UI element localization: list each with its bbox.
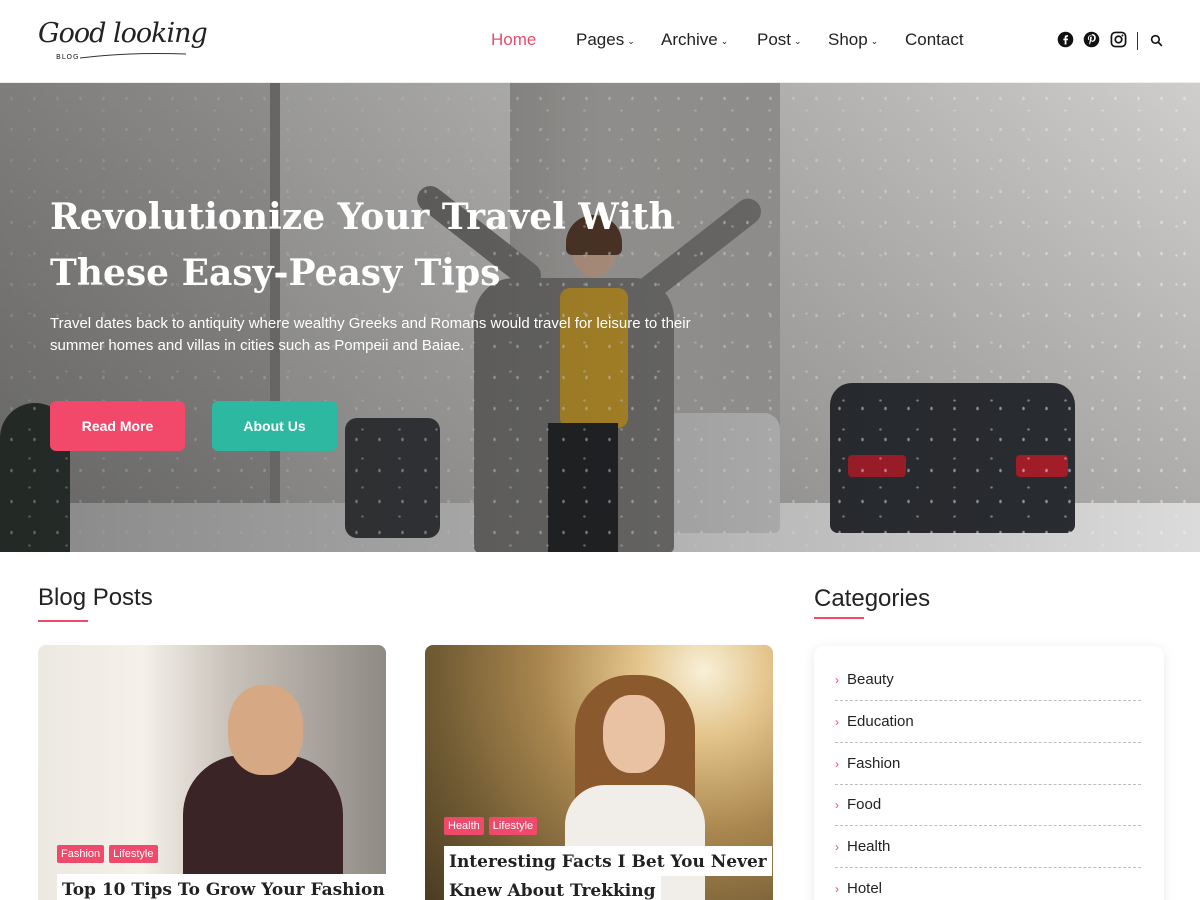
chevron-down-icon: ⌄ — [627, 35, 635, 46]
post-title-line2[interactable]: Knew About Trekking — [444, 875, 661, 900]
chevron-right-icon: › — [835, 881, 839, 896]
hero-title: Revolutionize Your Travel With These Eas… — [50, 196, 675, 294]
chevron-right-icon: › — [835, 839, 839, 854]
site-header: Good looking BLOG Home Pages ⌄ Archive ⌄ P… — [0, 0, 1200, 83]
category-label: Beauty — [847, 671, 894, 688]
category-label: Education — [847, 713, 914, 730]
nav-archive-label: Archive — [661, 30, 718, 49]
chevron-down-icon: ⌄ — [794, 35, 802, 46]
nav-post-label: Post — [757, 30, 792, 49]
nav-contact-label: Contact — [905, 30, 964, 49]
categories-widget: › Beauty › Education › Fashion › Food › Healt… — [814, 646, 1164, 900]
tag-health[interactable]: Health — [444, 817, 484, 835]
category-label: Hotel — [847, 880, 883, 897]
tag-lifestyle[interactable]: Lifestyle — [488, 817, 538, 835]
facebook-icon[interactable] — [1057, 31, 1074, 48]
nav-post[interactable]: Post ⌄ — [757, 30, 802, 50]
post-card[interactable]: Health Lifestyle Interesting Facts I Bet… — [425, 645, 773, 900]
chevron-down-icon: ⌄ — [870, 35, 879, 46]
logo-script: Good looking — [38, 18, 208, 49]
nav-contact[interactable]: Contact — [905, 30, 964, 50]
header-divider — [1137, 32, 1138, 50]
heading-underline — [814, 617, 864, 619]
logo-swoosh-icon — [79, 53, 187, 59]
categories-heading: Categories — [814, 585, 931, 612]
category-item-hotel[interactable]: › Hotel — [835, 868, 1141, 900]
category-label: Fashion — [847, 755, 901, 772]
blog-posts-heading: Blog Posts — [38, 584, 153, 611]
nav-shop[interactable]: Shop ⌄ — [828, 30, 878, 50]
post-title[interactable]: Top 10 Tips To Grow Your Fashion — [57, 874, 386, 900]
nav-shop-label: Shop — [828, 30, 868, 49]
chevron-right-icon: › — [835, 672, 839, 687]
category-item-education[interactable]: › Education — [835, 701, 1141, 743]
tag-lifestyle[interactable]: Lifestyle — [109, 845, 158, 863]
search-icon[interactable] — [1150, 34, 1163, 47]
hero-description: Travel dates back to antiquity where wea… — [50, 315, 691, 354]
chevron-down-icon: ⌄ — [720, 35, 729, 46]
nav-archive[interactable]: Archive ⌄ — [661, 30, 728, 50]
nav-pages[interactable]: Pages ⌄ — [576, 30, 635, 50]
chevron-right-icon: › — [835, 797, 839, 812]
heading-underline — [38, 620, 88, 622]
category-label: Health — [847, 838, 891, 855]
category-label: Food — [847, 796, 882, 813]
chevron-right-icon: › — [835, 714, 839, 729]
post-tags: Fashion Lifestyle — [57, 845, 158, 863]
chevron-right-icon: › — [835, 756, 839, 771]
read-more-button[interactable]: Read More — [50, 401, 185, 451]
site-logo[interactable]: Good looking BLOG — [38, 14, 208, 70]
logo-subtitle: BLOG — [56, 53, 80, 61]
hero-banner: Revolutionize Your Travel With These Eas… — [0, 83, 1200, 552]
post-figure-face — [603, 695, 665, 773]
nav-pages-label: Pages — [576, 30, 625, 49]
tag-fashion[interactable]: Fashion — [57, 845, 105, 863]
post-title-line1[interactable]: Interesting Facts I Bet You Never — [444, 846, 772, 876]
pinterest-icon[interactable] — [1083, 31, 1100, 48]
post-figure-face — [228, 685, 303, 775]
post-tags: Health Lifestyle — [444, 817, 538, 835]
nav-home[interactable]: Home — [491, 30, 536, 50]
instagram-icon[interactable] — [1110, 31, 1127, 48]
category-item-beauty[interactable]: › Beauty — [835, 659, 1141, 701]
category-item-food[interactable]: › Food — [835, 784, 1141, 826]
about-us-button[interactable]: About Us — [212, 401, 337, 451]
nav-home-label: Home — [491, 30, 537, 49]
post-card[interactable]: Fashion Lifestyle Top 10 Tips To Grow Yo… — [38, 645, 386, 900]
category-item-health[interactable]: › Health — [835, 826, 1141, 868]
category-item-fashion[interactable]: › Fashion — [835, 743, 1141, 785]
